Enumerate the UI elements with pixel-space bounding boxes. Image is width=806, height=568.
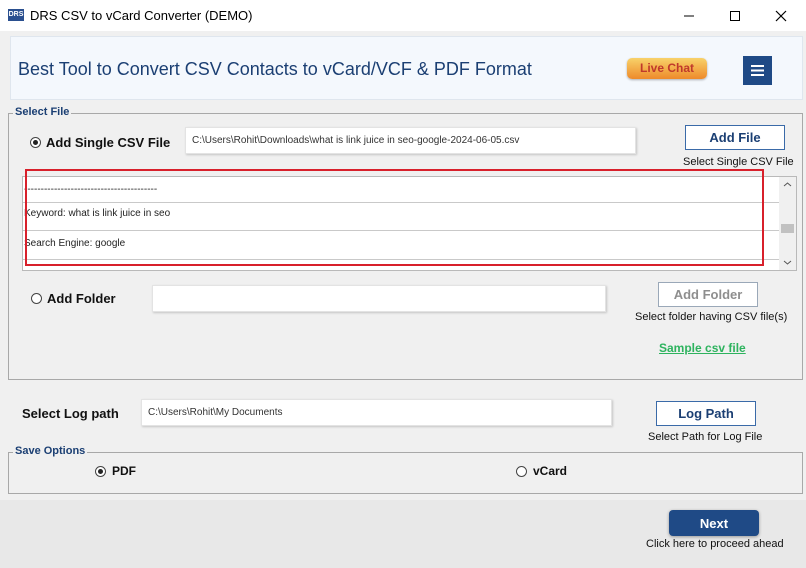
add-folder-radio[interactable] <box>31 293 42 304</box>
radio-selected-dot <box>33 140 38 145</box>
single-csv-label[interactable]: Add Single CSV File <box>46 135 170 150</box>
select-file-legend: Select File <box>13 106 72 118</box>
log-path-input[interactable]: C:\Users\Rohit\My Documents <box>141 399 612 426</box>
highlight-annotation <box>25 169 764 266</box>
scrollbar-arrows-icon <box>781 182 794 265</box>
maximize-icon <box>730 10 740 21</box>
sample-csv-link[interactable]: Sample csv file <box>659 341 746 355</box>
save-options-legend: Save Options <box>13 445 88 457</box>
add-folder-label[interactable]: Add Folder <box>47 291 116 306</box>
maximize-button[interactable] <box>712 0 758 31</box>
next-caption: Click here to proceed ahead <box>646 538 784 550</box>
log-path-button[interactable]: Log Path <box>656 401 756 426</box>
add-folder-hint: Select folder having CSV file(s) <box>635 311 788 323</box>
close-button[interactable] <box>758 0 804 31</box>
add-folder-button[interactable]: Add Folder <box>658 282 758 307</box>
minimize-button[interactable] <box>666 0 712 31</box>
page-title: Best Tool to Convert CSV Contacts to vCa… <box>18 59 532 79</box>
vcard-radio[interactable] <box>516 466 527 477</box>
single-csv-radio[interactable] <box>30 137 41 148</box>
radio-selected-dot <box>98 469 103 474</box>
log-path-hint: Select Path for Log File <box>648 431 763 443</box>
app-icon: DRS <box>8 9 24 21</box>
log-list-scrollbar[interactable] <box>779 177 796 270</box>
add-file-hint: Select Single CSV File <box>683 156 794 168</box>
vcard-option-label[interactable]: vCard <box>533 464 567 478</box>
csv-file-path-input[interactable]: C:\Users\Rohit\Downloads\what is link ju… <box>185 127 636 154</box>
pdf-radio[interactable] <box>95 466 106 477</box>
close-icon <box>775 10 787 21</box>
live-chat-button[interactable]: Live Chat <box>627 58 707 79</box>
window-title: DRS CSV to vCard Converter (DEMO) <box>30 8 253 23</box>
hamburger-menu-icon <box>751 65 764 76</box>
add-file-button[interactable]: Add File <box>685 125 785 150</box>
menu-button[interactable] <box>743 56 772 85</box>
pdf-option-label[interactable]: PDF <box>112 464 136 478</box>
minimize-icon <box>684 15 694 16</box>
folder-path-input[interactable] <box>152 285 606 312</box>
log-path-label: Select Log path <box>22 406 119 421</box>
next-button[interactable]: Next <box>669 510 759 536</box>
